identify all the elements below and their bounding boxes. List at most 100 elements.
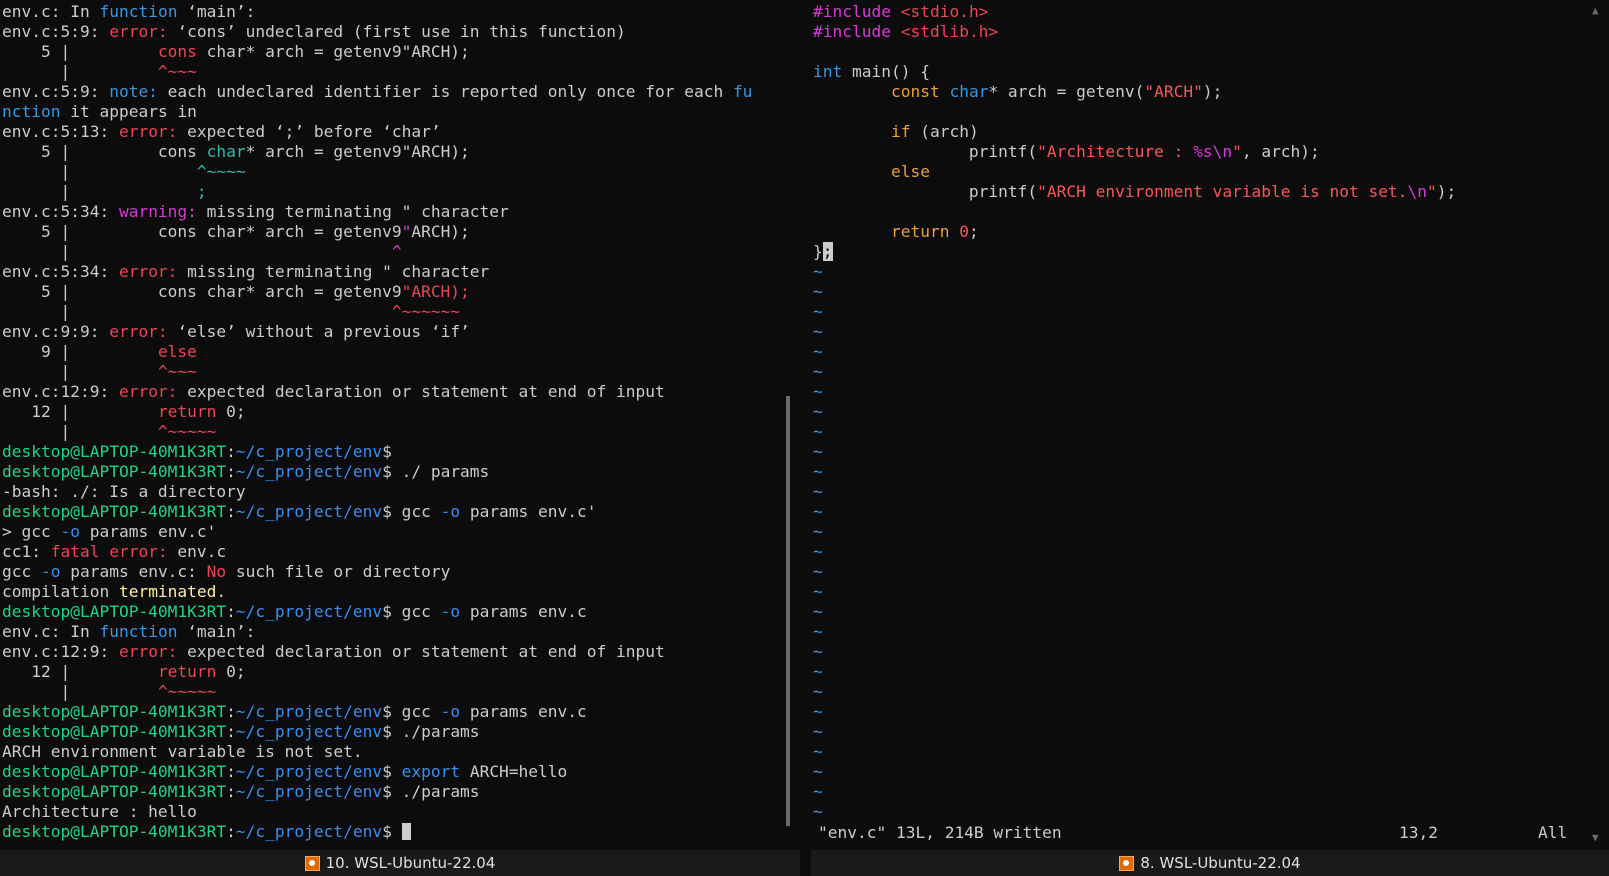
text-segment: ; xyxy=(196,182,207,201)
text-segment: $ xyxy=(382,822,402,841)
terminal-line: 9 | else xyxy=(2,342,752,362)
text-segment: $ ./ params xyxy=(382,462,490,481)
terminal-line: desktop@LAPTOP-40M1K3RT:~/c_project/env$… xyxy=(2,602,752,622)
terminal-line: 5 | cons char* arch = getenv9"ARCH); xyxy=(2,142,752,162)
text-segment: -o xyxy=(440,602,461,621)
terminal-line: env.c:12:9: error: expected declaration … xyxy=(2,382,752,402)
vim-editor-pane[interactable]: #include <stdio.h> #include <stdlib.h> in… xyxy=(811,0,1609,850)
terminal-icon xyxy=(1119,855,1135,871)
code-line: int main() { xyxy=(813,62,1456,82)
text-segment: ~/c_project/env xyxy=(235,822,383,841)
left-terminal-pane[interactable]: env.c: In function ‘main’: env.c:5:9: err… xyxy=(0,0,800,850)
text-segment: | xyxy=(2,242,392,261)
terminal-line: 5 | cons char* arch = getenv9"ARCH); xyxy=(2,282,752,302)
terminal-line: cc1: fatal error: env.c xyxy=(2,542,752,562)
text-segment: desktop@LAPTOP-40M1K3RT xyxy=(2,502,227,521)
terminal-cursor xyxy=(401,823,411,840)
text-segment: -o xyxy=(440,702,461,721)
text-segment: <stdlib.h> xyxy=(900,22,999,41)
text-segment: env.c: In xyxy=(2,622,100,641)
text-segment: printf( xyxy=(813,182,1038,201)
terminal-line: desktop@LAPTOP-40M1K3RT:~/c_project/env$ xyxy=(2,442,752,462)
left-scrollbar[interactable] xyxy=(786,396,790,826)
text-segment: $ xyxy=(382,442,392,461)
text-segment: ^~~~~~ xyxy=(157,422,217,441)
vim-status-message: "env.c" 13L, 214B written xyxy=(818,823,1062,842)
text-segment: ‘cons’ undeclared (first use in this fun… xyxy=(167,22,626,41)
empty-line-marker: ~ xyxy=(813,682,823,701)
text-segment: such file or directory xyxy=(226,562,451,581)
text-segment: fu xyxy=(732,82,753,101)
text-segment: cc1: xyxy=(2,542,51,561)
terminal-line: desktop@LAPTOP-40M1K3RT:~/c_project/env$… xyxy=(2,762,752,782)
text-segment: 9 | xyxy=(2,342,158,361)
text-segment: params env.c' xyxy=(79,522,217,541)
terminal-line: env.c:9:9: error: ‘else’ without a previ… xyxy=(2,322,752,342)
text-segment: export xyxy=(401,762,461,781)
empty-line-marker: ~ xyxy=(813,802,823,821)
code-line: else xyxy=(813,162,1456,182)
text-segment: desktop@LAPTOP-40M1K3RT xyxy=(2,442,227,461)
text-segment: env.c:12:9: xyxy=(2,382,119,401)
text-segment: 0 xyxy=(959,222,969,241)
text-segment: ‘main’: xyxy=(177,622,256,641)
text-segment: params env.c' xyxy=(460,502,597,521)
text-segment: 5 | cons xyxy=(2,142,207,161)
text-segment: $ gcc xyxy=(382,502,441,521)
text-segment: env.c xyxy=(167,542,227,561)
text-segment: each undeclared identifier is reported o… xyxy=(157,82,733,101)
scroll-up-arrow-icon[interactable]: ▲ xyxy=(1592,4,1599,17)
text-segment: return xyxy=(157,662,217,681)
text-segment: | xyxy=(2,362,158,381)
empty-line-marker: ~ xyxy=(813,662,823,681)
terminal-line: desktop@LAPTOP-40M1K3RT:~/c_project/env$ xyxy=(2,822,752,842)
empty-line-marker: ~ xyxy=(813,282,823,301)
text-segment: fatal error: xyxy=(50,542,168,561)
text-segment: * arch = getenv9"ARCH); xyxy=(245,142,470,161)
text-segment: No xyxy=(206,562,227,581)
text-segment: cons xyxy=(157,42,197,61)
text-segment: ARCH environment variable is not set. xyxy=(2,742,363,761)
text-segment: <stdio.h> xyxy=(900,2,989,21)
empty-line-marker: ~ xyxy=(813,322,823,341)
tab-left-terminal[interactable]: 10. WSL-Ubuntu-22.04 xyxy=(0,850,800,876)
empty-line-marker: ~ xyxy=(813,462,823,481)
text-segment: missing terminating " character xyxy=(196,202,509,221)
text-segment: env.c:12:9: xyxy=(2,642,119,661)
text-segment: -o xyxy=(60,522,80,541)
text-segment: error: xyxy=(118,642,178,661)
text-segment: " xyxy=(1427,182,1437,201)
text-segment: | xyxy=(2,302,392,321)
text-segment: 5 | xyxy=(2,42,158,61)
text-segment: $ ./params xyxy=(382,782,480,801)
text-segment: : xyxy=(226,762,236,781)
terminal-line: | ^ xyxy=(2,242,752,262)
empty-line-marker: ~ xyxy=(813,722,823,741)
code-line: if (arch) xyxy=(813,122,1456,142)
text-segment: $ xyxy=(382,762,402,781)
empty-line-marker: ~ xyxy=(813,342,823,361)
code-line: printf("ARCH environment variable is not… xyxy=(813,182,1456,202)
empty-line-marker: ~ xyxy=(813,382,823,401)
tab-label: 8. WSL-Ubuntu-22.04 xyxy=(1140,854,1301,872)
vim-buffer: #include <stdio.h> #include <stdlib.h> in… xyxy=(813,2,1456,822)
text-segment: missing terminating " character xyxy=(177,262,490,281)
text-segment: env.c:5:34: xyxy=(2,202,119,221)
empty-line-marker: ~ xyxy=(813,362,823,381)
text-segment: error: xyxy=(118,122,178,141)
terminal-line: | ^~~~ xyxy=(2,62,752,82)
terminal-line: env.c:5:34: warning: missing terminating… xyxy=(2,202,752,222)
terminal-output: env.c: In function ‘main’: env.c:5:9: err… xyxy=(2,2,752,842)
text-segment: "ARCH environment variable is not set. xyxy=(1037,182,1408,201)
text-segment: ^~~~~~~ xyxy=(391,302,461,321)
terminal-line: env.c:5:9: note: each undeclared identif… xyxy=(2,82,752,102)
text-segment: : xyxy=(226,702,236,721)
tab-right-terminal[interactable]: 8. WSL-Ubuntu-22.04 xyxy=(811,850,1609,876)
empty-line-marker: ~ xyxy=(813,502,823,521)
empty-line-marker: ~ xyxy=(813,542,823,561)
text-segment: ~/c_project/env xyxy=(235,722,383,741)
empty-line-marker: ~ xyxy=(813,742,823,761)
text-segment: %s\n xyxy=(1193,142,1233,161)
terminal-line: -bash: ./: Is a directory xyxy=(2,482,752,502)
